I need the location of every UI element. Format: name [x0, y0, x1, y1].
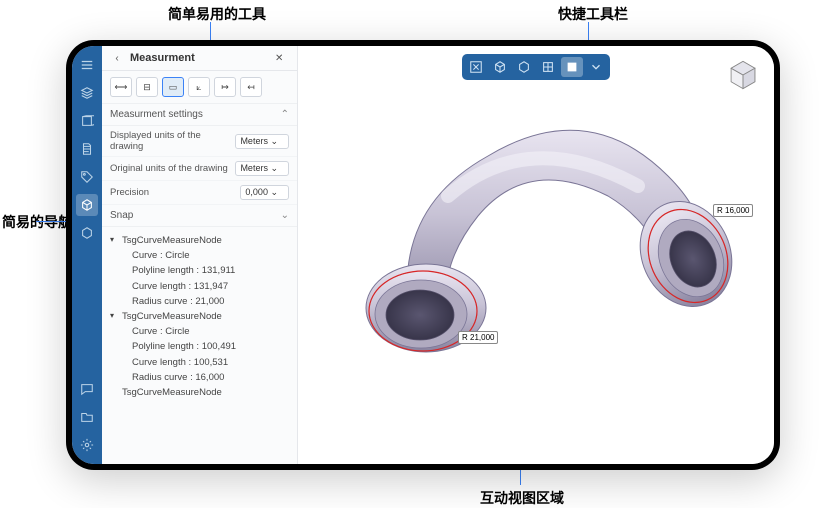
nav-folder-icon[interactable]	[76, 406, 98, 428]
displayed-units-row: Displayed units of the drawing Meters ⌄	[102, 126, 297, 157]
nav-cube2-icon[interactable]	[76, 222, 98, 244]
nav-menu-icon[interactable]	[76, 54, 98, 76]
3d-viewport[interactable]: R 21,000 R 16,000	[298, 46, 774, 464]
nav-shape-icon[interactable]	[76, 110, 98, 132]
setting-label: Original units of the drawing	[110, 163, 235, 174]
original-units-row: Original units of the drawing Meters ⌄	[102, 157, 297, 181]
original-units-select[interactable]: Meters ⌄	[235, 161, 289, 176]
tree-child: Curve : Circle	[110, 324, 289, 339]
close-icon[interactable]: ✕	[275, 53, 289, 64]
precision-select[interactable]: 0,000 ⌄	[240, 185, 289, 200]
tool-point1[interactable]: ↦	[214, 77, 236, 97]
qt-box-icon[interactable]	[489, 57, 511, 77]
precision-row: Precision 0,000 ⌄	[102, 181, 297, 205]
nav-settings-icon[interactable]	[76, 434, 98, 456]
qt-fit-icon[interactable]	[465, 57, 487, 77]
app-screen: ‹ Measurment ✕ ⟷ ⊟ ▭ ⟀ ↦ ↤ Measurment se…	[72, 46, 774, 464]
qt-wireframe-icon[interactable]	[537, 57, 559, 77]
tree-child: Curve : Circle	[110, 248, 289, 263]
callout-viewport-label: 互动视图区域	[480, 488, 564, 508]
panel-title: Measurment	[130, 52, 275, 64]
tree-child: Polyline length : 100,491	[110, 339, 289, 354]
tree-child: Radius curve : 16,000	[110, 370, 289, 385]
panel-header: ‹ Measurment ✕	[102, 46, 297, 71]
tool-point2[interactable]: ↤	[240, 77, 262, 97]
qt-more-icon[interactable]	[585, 57, 607, 77]
nav-tag-icon[interactable]	[76, 166, 98, 188]
tool-angle[interactable]: ⟀	[188, 77, 210, 97]
tree-child: Polyline length : 131,911	[110, 263, 289, 278]
displayed-units-select[interactable]: Meters ⌄	[235, 134, 289, 149]
nav-chat-icon[interactable]	[76, 378, 98, 400]
setting-label: Displayed units of the drawing	[110, 130, 235, 152]
tool-distance[interactable]: ⟷	[110, 77, 132, 97]
tool-box-dim[interactable]: ▭	[162, 77, 184, 97]
nav-layers-icon[interactable]	[76, 82, 98, 104]
callout-quickbar-label: 快捷工具栏	[558, 4, 628, 24]
tree-node[interactable]: TsgCurveMeasureNode	[110, 385, 289, 400]
quick-toolbar	[462, 54, 610, 80]
settings-section-header[interactable]: Measurment settings ⌃	[102, 104, 297, 126]
snap-section-header[interactable]: Snap ⌄	[102, 205, 297, 227]
callout-nav-label: 简易的导航	[2, 212, 72, 232]
chevron-down-icon: ⌄	[281, 210, 289, 221]
measure-label-right: R 16,000	[713, 204, 753, 217]
tablet-device-frame: ‹ Measurment ✕ ⟷ ⊟ ▭ ⟀ ↦ ↤ Measurment se…	[66, 40, 780, 470]
pipe-model	[328, 86, 758, 386]
nav-rail	[72, 46, 102, 464]
callout-tools-label: 简单易用的工具	[168, 4, 266, 24]
nav-document-icon[interactable]	[76, 138, 98, 160]
measure-label-left: R 21,000	[458, 331, 498, 344]
back-icon[interactable]: ‹	[110, 53, 124, 64]
measurement-tree: ▾TsgCurveMeasureNode Curve : Circle Poly…	[102, 227, 297, 406]
qt-iso-icon[interactable]	[513, 57, 535, 77]
tree-node[interactable]: ▾TsgCurveMeasureNode	[110, 309, 289, 324]
tree-child: Curve length : 100,531	[110, 355, 289, 370]
chevron-up-icon: ⌃	[281, 109, 289, 120]
measurement-panel: ‹ Measurment ✕ ⟷ ⊟ ▭ ⟀ ↦ ↤ Measurment se…	[102, 46, 298, 464]
setting-label: Precision	[110, 187, 240, 198]
snap-header-label: Snap	[110, 210, 133, 221]
tree-child: Curve length : 131,947	[110, 279, 289, 294]
qt-shaded-icon[interactable]	[561, 57, 583, 77]
tree-node[interactable]: ▾TsgCurveMeasureNode	[110, 233, 289, 248]
tool-dimension[interactable]: ⊟	[136, 77, 158, 97]
nav-cube-icon[interactable]	[76, 194, 98, 216]
tree-child: Radius curve : 21,000	[110, 294, 289, 309]
tool-row: ⟷ ⊟ ▭ ⟀ ↦ ↤	[102, 71, 297, 104]
settings-header-label: Measurment settings	[110, 109, 203, 120]
